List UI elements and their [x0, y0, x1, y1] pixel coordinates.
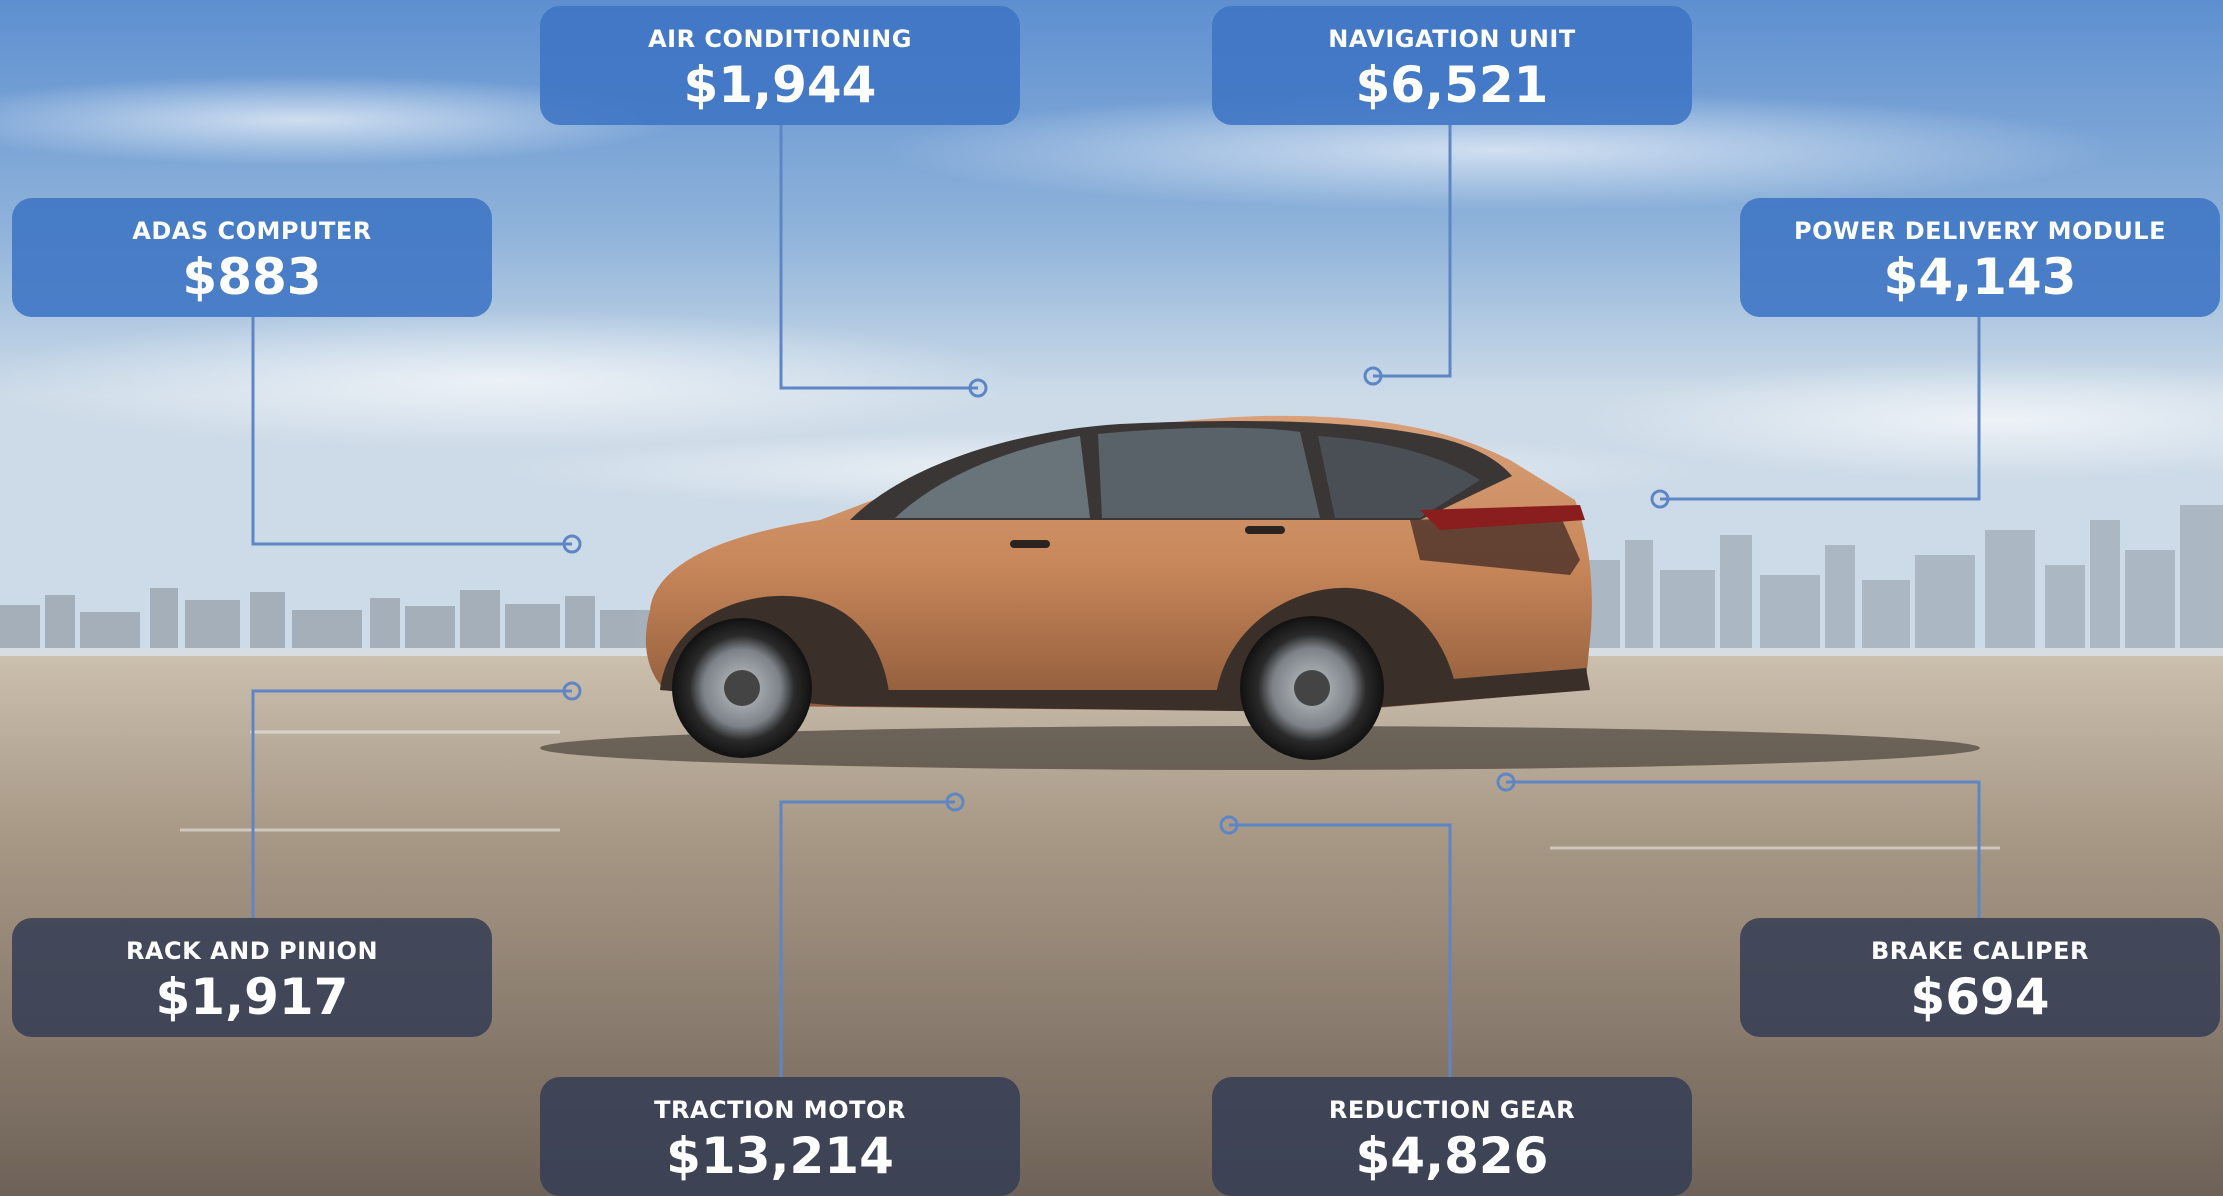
brake-caliper-label: BRAKE CALIPER	[1870, 937, 2090, 965]
brake-caliper-leader-line	[1506, 780, 1981, 918]
adas-computer-leader-line	[251, 317, 572, 546]
power-delivery-module-leader-line	[1660, 317, 1981, 501]
air-conditioning-price: $1,944	[683, 56, 877, 114]
reduction-gear-leader-line	[1229, 823, 1452, 1077]
reduction-gear-label: REDUCTION GEAR	[1328, 1096, 1576, 1124]
reduction-gear-price: $4,826	[1355, 1127, 1549, 1185]
power-delivery-module-label: POWER DELIVERY MODULE	[1794, 217, 2166, 245]
air-conditioning-leader-line	[779, 125, 978, 390]
adas-computer-label: ADAS COMPUTER	[132, 217, 372, 245]
adas-computer-price: $883	[182, 248, 322, 306]
traction-motor-leader-line	[779, 800, 955, 1077]
navigation-unit-label: NAVIGATION UNIT	[1328, 25, 1576, 53]
air-conditioning-label: AIR CONDITIONING	[648, 25, 912, 53]
infographic-scene: AIR CONDITIONING $1,944 NAVIGATION UNIT …	[0, 0, 2223, 1196]
brake-caliper-price: $694	[1910, 968, 2050, 1026]
rack-and-pinion-price: $1,917	[155, 968, 349, 1026]
power-delivery-module-price: $4,143	[1883, 248, 2077, 306]
air-conditioning-card: AIR CONDITIONING $1,944	[540, 6, 1020, 125]
reduction-gear-card: REDUCTION GEAR $4,826	[1212, 1077, 1692, 1196]
rack-and-pinion-card: RACK AND PINION $1,917	[12, 918, 492, 1037]
traction-motor-label: TRACTION MOTOR	[654, 1096, 906, 1124]
navigation-unit-leader-line	[1373, 125, 1452, 378]
traction-motor-price: $13,214	[666, 1127, 894, 1185]
navigation-unit-card: NAVIGATION UNIT $6,521	[1212, 6, 1692, 125]
adas-computer-card: ADAS COMPUTER $883	[12, 198, 492, 317]
rack-and-pinion-leader-line	[251, 689, 572, 918]
power-delivery-module-card: POWER DELIVERY MODULE $4,143	[1740, 198, 2220, 317]
navigation-unit-price: $6,521	[1355, 56, 1549, 114]
rack-and-pinion-label: RACK AND PINION	[125, 937, 379, 965]
brake-caliper-card: BRAKE CALIPER $694	[1740, 918, 2220, 1037]
traction-motor-card: TRACTION MOTOR $13,214	[540, 1077, 1020, 1196]
